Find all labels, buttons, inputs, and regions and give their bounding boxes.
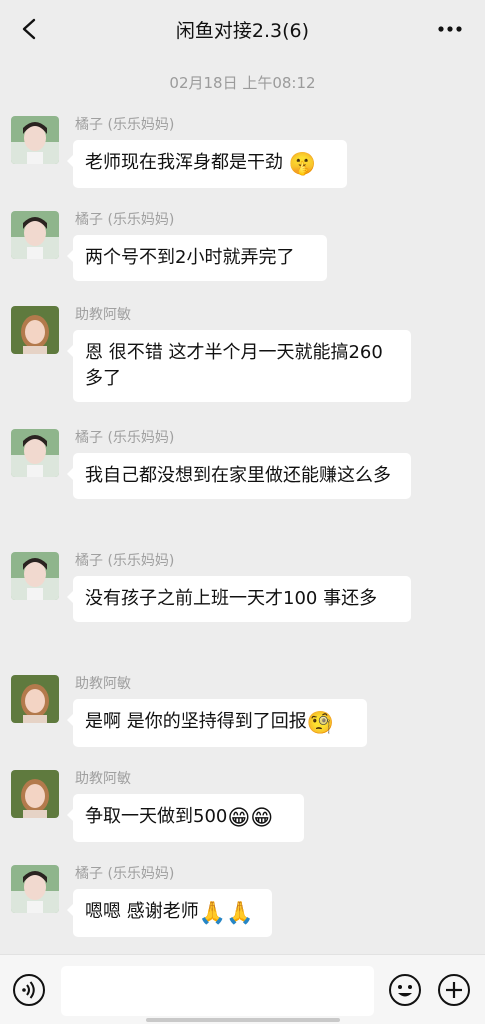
sender-name: 助教阿敏	[75, 307, 131, 323]
more-button[interactable]	[433, 14, 467, 44]
plus-icon	[438, 974, 470, 1006]
sender-name: 助教阿敏	[75, 771, 131, 787]
sender-name: 橘子 (乐乐妈妈)	[75, 553, 175, 569]
message-text: 两个号不到2小时就弄完了	[85, 247, 295, 268]
message-text: 没有孩子之前上班一天才100 事还多	[85, 588, 378, 609]
sender-name: 橘子 (乐乐妈妈)	[75, 866, 175, 882]
grin-emoji-icon: 😁😁	[227, 806, 274, 831]
smiley-icon	[389, 974, 421, 1006]
message-bubble[interactable]: 没有孩子之前上班一天才100 事还多	[67, 576, 411, 622]
avatar[interactable]	[11, 116, 59, 164]
avatar[interactable]	[11, 675, 59, 723]
emoji-button[interactable]	[388, 973, 422, 1007]
chat-input-bar	[0, 954, 485, 1024]
message-bubble[interactable]: 是啊 是你的坚持得到了回报🧐	[67, 699, 367, 747]
chat-title: 闲鱼对接2.3(6)	[175, 20, 310, 42]
sender-name: 橘子 (乐乐妈妈)	[75, 430, 175, 446]
sender-name: 橘子 (乐乐妈妈)	[75, 117, 175, 133]
avatar[interactable]	[11, 211, 59, 259]
thinking-emoji-icon: 🧐	[306, 711, 335, 736]
avatar[interactable]	[11, 306, 59, 354]
avatar[interactable]	[11, 552, 59, 600]
sender-name: 助教阿敏	[75, 676, 131, 692]
message-input[interactable]	[61, 966, 374, 1016]
message-bubble[interactable]: 老师现在我浑身都是干劲 🤫	[67, 140, 347, 188]
plus-button[interactable]	[437, 973, 471, 1007]
avatar[interactable]	[11, 429, 59, 477]
avatar[interactable]	[11, 865, 59, 913]
message-bubble[interactable]: 两个号不到2小时就弄完了	[67, 235, 327, 281]
more-dots-icon	[438, 26, 462, 32]
message-text: 我自己都没想到在家里做还能赚这么多	[85, 465, 391, 486]
shush-emoji-icon: 🤫	[288, 152, 317, 177]
sender-name: 橘子 (乐乐妈妈)	[75, 212, 175, 228]
avatar[interactable]	[11, 770, 59, 818]
message-bubble[interactable]: 我自己都没想到在家里做还能赚这么多	[67, 453, 411, 499]
message-text: 嗯嗯 感谢老师	[85, 901, 199, 922]
message-bubble[interactable]: 恩 很不错 这才半个月一天就能搞260多了	[67, 330, 411, 402]
chat-header: 闲鱼对接2.3(6)	[0, 0, 485, 58]
message-text: 恩 很不错 这才半个月一天就能搞260多了	[85, 342, 383, 389]
message-text: 是啊 是你的坚持得到了回报	[85, 711, 307, 732]
message-bubble[interactable]: 嗯嗯 感谢老师🙏🙏	[67, 889, 272, 937]
message-bubble[interactable]: 争取一天做到500😁😁	[67, 794, 304, 842]
message-text: 老师现在我浑身都是干劲	[85, 152, 283, 173]
message-timestamp: 02月18日 上午08:12	[169, 74, 316, 92]
pray-emoji-icon: 🙏🙏	[198, 901, 254, 926]
message-text: 争取一天做到500	[85, 806, 228, 827]
voice-button[interactable]	[12, 973, 46, 1007]
home-indicator	[146, 1018, 340, 1022]
voice-icon	[13, 974, 45, 1006]
